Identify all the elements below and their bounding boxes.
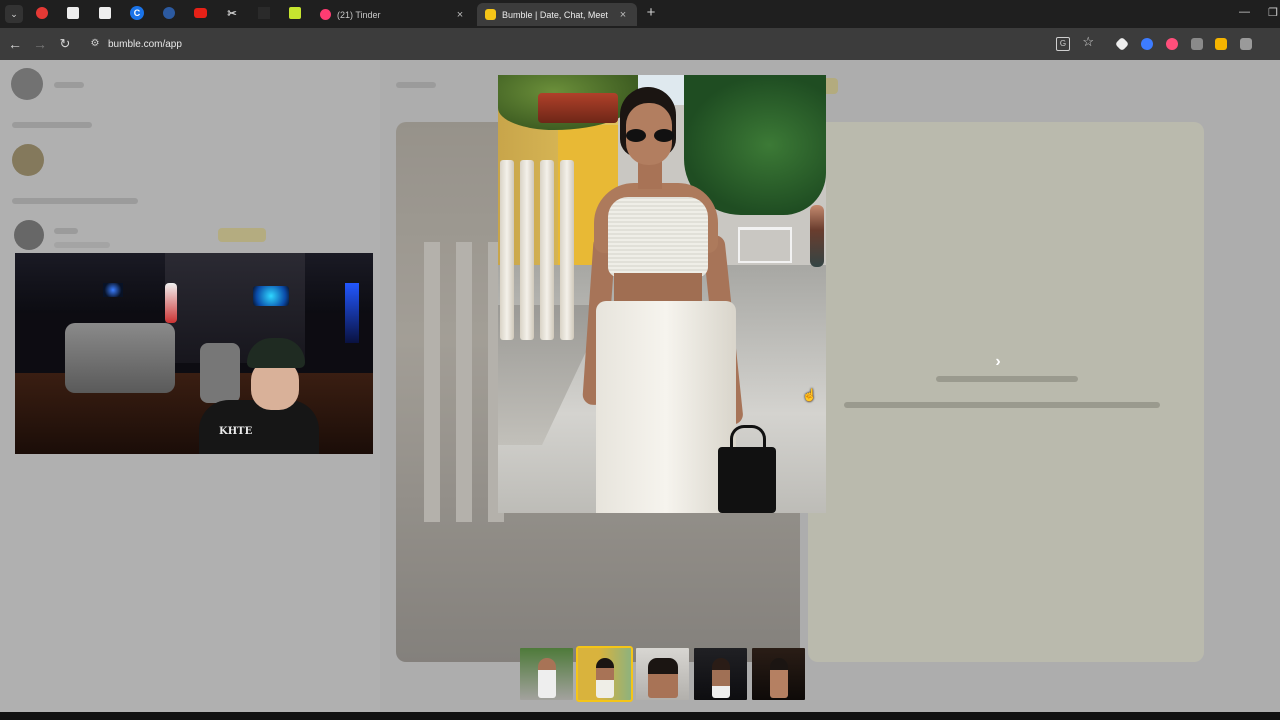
tab-bumble[interactable]: Bumble | Date, Chat, Meet New × [477,3,637,26]
arrow-left-icon: ← [8,36,22,52]
tab-title: (21) Tinder [337,9,381,20]
thumbnail-figure [712,658,730,698]
neck [638,161,662,189]
sheet-icon [67,7,79,19]
thumbnail-figure [770,658,788,698]
thumbnail-2-active[interactable] [576,646,633,702]
diamond-extension-icon[interactable] [1114,36,1130,52]
tab-tinder[interactable]: (21) Tinder × [312,3,474,26]
streamer: KHTE [185,338,319,454]
lock-extension-icon[interactable] [1215,38,1227,50]
os-taskbar [0,712,1280,720]
profile-photo-enlarged[interactable] [498,75,826,513]
youtube-icon [193,8,207,18]
shield-icon [36,7,48,19]
wave-extension-icon[interactable] [1141,38,1153,50]
thumbnail-4[interactable] [694,648,747,700]
thumbnail-figure [596,658,614,698]
arrow-right-icon: → [33,36,47,52]
thumbnail-5[interactable] [752,648,805,700]
pinned-tab-3[interactable] [98,6,112,20]
reload-button[interactable]: ↻ [56,35,74,53]
streamer-body [199,400,319,454]
pillar [560,160,574,340]
close-icon[interactable]: × [454,9,466,21]
url-text[interactable]: bumble.com/app [108,39,182,50]
white-pants [596,301,736,513]
pinned-tab-8[interactable] [257,6,271,20]
tinder-icon [320,9,331,20]
address-bar[interactable]: ⚙ bumble.com/app G ☆ [82,32,1102,56]
figurine [165,283,177,323]
bumble-icon [485,9,496,20]
close-icon[interactable]: × [617,9,629,21]
blue-light [103,283,123,297]
pinned-tab-2[interactable] [66,6,80,20]
photo-thumbnails [520,646,805,702]
thumbnail-1[interactable] [520,648,573,700]
shirt-print: KHTE [219,426,253,437]
browser-toolbar: ← → ↻ ⚙ bumble.com/app G ☆ [0,28,1280,60]
globe-icon [163,7,175,19]
pinned-tab-6[interactable] [193,6,207,20]
fireplace [253,286,289,306]
pillar [540,160,554,340]
next-photo-button[interactable]: › [988,352,1008,372]
thumbnail-figure [648,658,678,698]
site-info-icon[interactable]: ⚙ [88,37,102,51]
pinned-tab-9[interactable] [288,6,302,20]
woman [582,85,776,513]
heart-extension-icon[interactable] [1166,38,1178,50]
tool-icon: ✂ [227,7,237,20]
tab-strip: ⌄ C ✂ (21) Tinder × Bumble | Date, Chat,… [0,0,1280,28]
streamer-cap [247,338,305,368]
pillar [500,160,514,340]
crop-top [608,197,708,277]
chevron-right-icon: › [995,353,1001,370]
restore-icon[interactable]: ❐ [1268,6,1278,19]
script-extension-icon[interactable] [1191,38,1203,50]
pinned-tab-4[interactable]: C [130,6,144,20]
new-tab-button[interactable]: + [643,5,659,21]
thumbnail-3[interactable] [636,648,689,700]
pinned-tab-1[interactable] [35,6,49,20]
sofa [65,323,175,393]
thumbnail-figure [538,658,556,698]
midriff [614,273,702,303]
sunglasses [626,129,674,143]
forward-button[interactable]: → [31,35,49,53]
blue-light [345,283,359,343]
hand-cursor-icon: ☝ [802,388,817,402]
passerby [810,205,824,267]
back-button[interactable]: ← [6,35,24,53]
reload-icon: ↻ [59,36,71,51]
minimize-icon[interactable]: — [1239,6,1250,18]
pinned-tab-7[interactable]: ✂ [225,6,239,20]
webcam-overlay: KHTE [15,253,373,454]
bookmark-star-icon[interactable]: ☆ [1082,34,1094,50]
chevron-down-icon: ⌄ [10,8,18,19]
c-icon: C [133,8,141,18]
blank-icon [258,7,270,19]
tab-search-button[interactable]: ⌄ [5,5,23,23]
puzzle-extension-icon[interactable] [1240,38,1252,50]
sheet-icon [99,7,111,19]
handbag [718,425,776,513]
note-icon [289,7,301,19]
translate-icon[interactable]: G [1056,37,1070,51]
pillar [520,160,534,340]
tab-title: Bumble | Date, Chat, Meet New [502,9,611,20]
pinned-tab-5[interactable] [162,6,176,20]
